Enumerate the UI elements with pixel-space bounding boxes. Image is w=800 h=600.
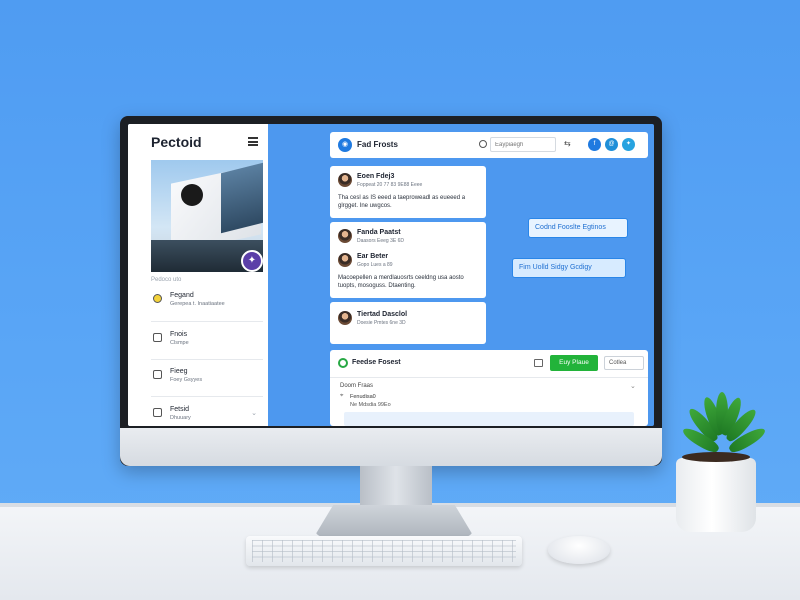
compose-panel: Feedse Fosest Euy Plaue Cotlea Doom Fraa… bbox=[330, 350, 648, 426]
avatar[interactable] bbox=[338, 229, 352, 243]
chip-label: Codnd Fooslte Egtinos bbox=[535, 224, 606, 231]
chip-button[interactable]: Codnd Fooslte Egtinos bbox=[528, 218, 628, 238]
app-logo-icon[interactable]: ◉ bbox=[338, 138, 352, 152]
calendar-icon[interactable] bbox=[534, 359, 543, 367]
search-icon[interactable] bbox=[479, 140, 487, 148]
share-icon[interactable]: ⇆ bbox=[564, 139, 571, 148]
post-author[interactable]: Eoen Fdej3 bbox=[357, 173, 394, 180]
sidebar-item-subtitle: Foey Gsyyes bbox=[170, 377, 203, 383]
reply-author[interactable]: Ear Beter bbox=[357, 253, 388, 260]
sidebar-item-fegand[interactable]: Fegand Gerepea t. Inaatiaatee bbox=[151, 290, 263, 320]
chevron-down-icon[interactable]: ⌄ bbox=[251, 409, 257, 417]
plant-pot bbox=[676, 458, 756, 532]
sidebar-item-title: Fieeg bbox=[170, 368, 188, 375]
screen: Pectoid ✦ Pedoco uto Fegand Gerepea t. I… bbox=[128, 124, 654, 426]
post-author[interactable]: Tiertad Dasclol bbox=[357, 311, 407, 318]
list-icon bbox=[153, 370, 162, 379]
text-input[interactable] bbox=[344, 412, 634, 426]
bird-icon[interactable]: ✦ bbox=[622, 138, 635, 151]
post-meta: Doesie Pmtes 6ne 3D bbox=[357, 320, 406, 326]
sidebar-item-title: Fnois bbox=[170, 331, 188, 338]
status-icon bbox=[338, 358, 348, 368]
divider bbox=[151, 321, 263, 322]
post-body: Macoepellen a merdlauosrts ceeldng usa a… bbox=[338, 275, 464, 289]
search-input[interactable] bbox=[490, 137, 556, 152]
post-card[interactable]: Fanda Paatst Daasors Eeeg 3E 6D Ear Bete… bbox=[330, 222, 486, 298]
reply-meta: Gopo Lues a 89 bbox=[357, 262, 393, 268]
sidebar-caption: Pedoco uto bbox=[151, 277, 182, 283]
header-bar: ◉ Fad Frosts ⇆ f @ ✦ bbox=[330, 132, 648, 158]
panel-title: Feedse Fosest bbox=[352, 359, 401, 366]
post-meta: Foppeat 20 77 83 9E88 Eeee bbox=[357, 182, 423, 188]
post-meta: Daasors Eeeg 3E 6D bbox=[357, 238, 404, 244]
divider bbox=[151, 359, 263, 360]
section-label: Doom Fraas bbox=[340, 383, 374, 389]
field-label: Fenudisa0 bbox=[350, 394, 376, 400]
chip-label: Fim Uolld Sidgy Gcdigy bbox=[519, 264, 592, 271]
post-author[interactable]: Fanda Paatst bbox=[357, 229, 401, 236]
facebook-icon[interactable]: f bbox=[588, 138, 601, 151]
monitor-chin bbox=[120, 428, 662, 466]
sidebar-item-fnois[interactable]: Fnois Clsmpe bbox=[151, 329, 263, 359]
sidebar-item-subtitle: Gerepea t. Inaatiaatee bbox=[170, 301, 225, 307]
monitor-neck bbox=[360, 464, 432, 508]
avatar[interactable] bbox=[338, 253, 352, 267]
building-glass bbox=[221, 162, 263, 234]
sidebar-item-title: Fetsid bbox=[170, 406, 190, 413]
sidebar-item-title: Fegand bbox=[170, 292, 194, 299]
avatar[interactable] bbox=[338, 173, 352, 187]
badge-icon[interactable]: ✦ bbox=[241, 250, 263, 272]
building-logo bbox=[181, 184, 203, 206]
select-dropdown[interactable]: Cotlea bbox=[604, 356, 644, 370]
plant-soil bbox=[682, 452, 750, 462]
chevron-down-icon[interactable]: ⌄ bbox=[630, 382, 636, 390]
post-body: Tha cesl as IS eeed a taeproweadl as eue… bbox=[338, 195, 466, 209]
primary-button[interactable]: Euy Plaue bbox=[550, 355, 598, 371]
field-value: Ne Mdsdia 99Eo bbox=[350, 402, 391, 408]
monitor-base bbox=[314, 505, 474, 537]
sidebar: Pectoid ✦ Pedoco uto Fegand Gerepea t. I… bbox=[128, 124, 268, 426]
mouse bbox=[548, 536, 610, 564]
post-card[interactable]: Eoen Fdej3 Foppeat 20 77 83 9E88 Eeee Th… bbox=[330, 166, 486, 218]
sidebar-item-fetsid[interactable]: Fetsid Dhuuary ⌄ bbox=[151, 404, 263, 426]
avatar[interactable] bbox=[338, 311, 352, 325]
sidebar-item-subtitle: Dhuuary bbox=[170, 415, 191, 421]
user-icon bbox=[153, 408, 162, 417]
divider bbox=[151, 396, 263, 397]
keyboard-keys bbox=[252, 540, 516, 562]
hamburger-menu-icon[interactable] bbox=[248, 137, 258, 146]
keyboard bbox=[246, 536, 522, 566]
sidebar-item-subtitle: Clsmpe bbox=[170, 340, 189, 346]
chip-button[interactable]: Fim Uolld Sidgy Gcdigy bbox=[512, 258, 626, 278]
globe-icon bbox=[153, 294, 162, 303]
post-card[interactable]: Tiertad Dasclol Doesie Pmtes 6ne 3D bbox=[330, 302, 486, 344]
at-icon[interactable]: @ bbox=[605, 138, 618, 151]
divider bbox=[330, 377, 648, 378]
wifi-icon bbox=[153, 333, 162, 342]
brand-name: Pectoid bbox=[151, 134, 202, 150]
pin-icon: ⌖ bbox=[340, 393, 344, 399]
sidebar-item-fieeg[interactable]: Fieeg Foey Gsyyes bbox=[151, 366, 263, 396]
hero-image: ✦ bbox=[151, 160, 263, 272]
header-title: Fad Frosts bbox=[357, 140, 398, 149]
